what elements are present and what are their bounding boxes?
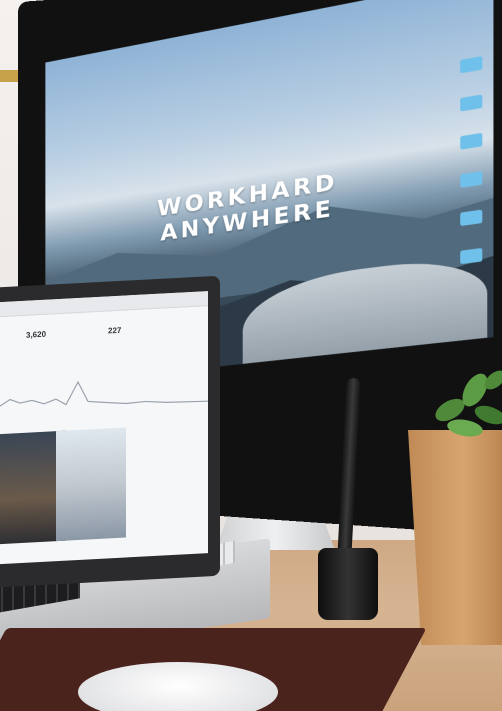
photo-scene: WORKHARD ANYWHERE 3,620 227 (0, 0, 502, 711)
stat-value: 3,620 (26, 329, 47, 340)
analytics-line-graph (0, 380, 208, 412)
pen-holder (318, 548, 378, 620)
stat-card: 227 (108, 326, 121, 336)
folder-icon[interactable] (460, 56, 483, 74)
stat-card: 3,620 (26, 330, 46, 340)
plant-icon (435, 370, 502, 437)
photo-thumbnail[interactable] (56, 427, 126, 542)
folder-icon[interactable] (460, 209, 483, 227)
folder-icon[interactable] (460, 132, 483, 150)
folder-icon[interactable] (460, 247, 483, 265)
laptop-screen: 3,620 227 (0, 291, 208, 565)
stat-value: 227 (108, 325, 122, 336)
folder-icon[interactable] (460, 171, 483, 188)
wooden-planter (408, 430, 502, 645)
desktop-folders (460, 53, 493, 289)
folder-icon[interactable] (460, 94, 483, 112)
